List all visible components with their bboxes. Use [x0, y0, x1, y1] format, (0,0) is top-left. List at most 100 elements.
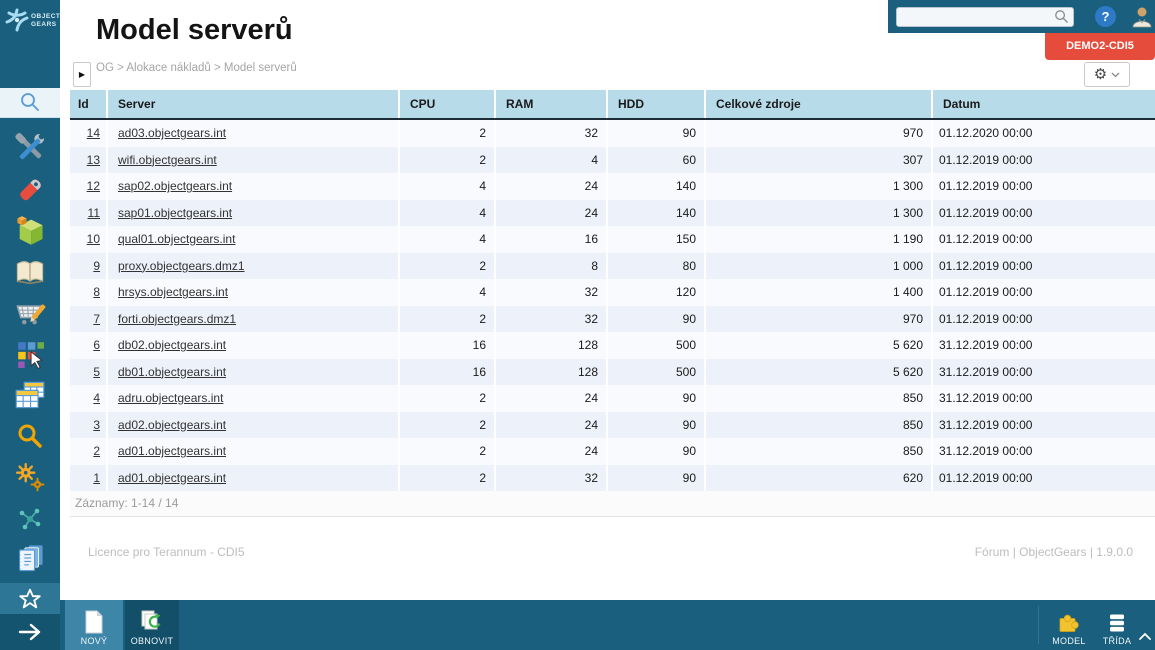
refresh-button[interactable]: OBNOVIT — [125, 600, 179, 650]
column-header-datum[interactable]: Datum — [933, 90, 1155, 118]
column-header-ram[interactable]: RAM — [496, 90, 608, 118]
sidebar-item-documentation[interactable] — [0, 254, 60, 290]
objectgears-app: OBJECT GEARS ? DEMO2-CDI5 Model serverů … — [0, 0, 1155, 650]
cell-ram: 24 — [496, 438, 608, 465]
record-id-link[interactable]: 7 — [93, 312, 100, 326]
global-search-input[interactable] — [896, 7, 1074, 27]
cell-server: adru.objectgears.int — [108, 385, 400, 412]
column-header-id[interactable]: Id — [70, 90, 108, 118]
sidebar-item-favorites[interactable] — [0, 583, 60, 614]
breadcrumb[interactable]: OG > Alokace nákladů > Model serverů — [96, 62, 297, 74]
record-id-link[interactable]: 13 — [87, 153, 100, 167]
cell-id: 12 — [70, 173, 108, 200]
server-name-link[interactable]: db01.objectgears.int — [118, 365, 226, 379]
record-id-link[interactable]: 12 — [87, 179, 100, 193]
cell-cpu: 4 — [400, 173, 496, 200]
sidebar-item-classes[interactable] — [0, 377, 60, 413]
cell-cpu: 2 — [400, 464, 496, 491]
sidebar-item-search[interactable] — [0, 88, 60, 118]
cell-id: 5 — [70, 358, 108, 385]
record-id-link[interactable]: 2 — [93, 444, 100, 458]
sidebar-item-apps[interactable] — [0, 336, 60, 372]
sidebar-item-integration[interactable] — [0, 500, 60, 536]
cell-ram: 32 — [496, 305, 608, 332]
panel-expand-button[interactable]: ▶ — [73, 62, 91, 87]
sidebar-item-tools[interactable] — [0, 130, 60, 166]
new-record-button[interactable]: NOVÝ — [65, 600, 123, 650]
column-header-cpu[interactable]: CPU — [400, 90, 496, 118]
server-name-link[interactable]: ad01.objectgears.int — [118, 444, 226, 458]
record-id-link[interactable]: 4 — [93, 391, 100, 405]
cell-id: 1 — [70, 464, 108, 491]
server-name-link[interactable]: ad02.objectgears.int — [118, 418, 226, 432]
cell-cpu: 2 — [400, 385, 496, 412]
refresh-button-label: OBNOVIT — [130, 636, 174, 646]
table-row: 10 qual01.objectgears.int 4 16 150 1 190 01.12… — [70, 226, 1155, 253]
sidebar-item-expand[interactable] — [0, 614, 60, 650]
record-id-link[interactable]: 3 — [93, 418, 100, 432]
objectgears-logo-icon — [5, 8, 29, 32]
app-logo[interactable]: OBJECT GEARS — [0, 0, 60, 60]
cell-server: ad01.objectgears.int — [108, 438, 400, 465]
sidebar-item-tags[interactable] — [0, 172, 60, 208]
server-name-link[interactable]: sap02.objectgears.int — [118, 179, 232, 193]
environment-badge[interactable]: DEMO2-CDI5 — [1045, 33, 1155, 60]
column-header-hdd[interactable]: HDD — [608, 90, 706, 118]
sidebar-item-orders[interactable] — [0, 295, 60, 331]
record-id-link[interactable]: 10 — [87, 232, 100, 246]
class-menu-button[interactable]: TŘÍDA — [1095, 600, 1139, 650]
class-button-label: TŘÍDA — [1102, 636, 1132, 646]
record-id-link[interactable]: 14 — [87, 126, 100, 140]
server-name-link[interactable]: ad01.objectgears.int — [118, 471, 226, 485]
help-icon[interactable]: ? — [1095, 6, 1116, 27]
server-name-link[interactable]: hrsys.objectgears.int — [118, 285, 228, 299]
table-row: 8 hrsys.objectgears.int 4 32 120 1 400 01.12.2… — [70, 279, 1155, 306]
sidebar-item-journals[interactable] — [0, 540, 60, 576]
collapse-toolbar-chevron-icon[interactable] — [1138, 632, 1152, 641]
cell-cpu: 2 — [400, 252, 496, 279]
cell-hdd: 80 — [608, 252, 706, 279]
table-settings-button[interactable]: ⚙ — [1084, 62, 1130, 87]
server-name-link[interactable]: sap01.objectgears.int — [118, 206, 232, 220]
cell-hdd: 90 — [608, 464, 706, 491]
cell-hdd: 140 — [608, 173, 706, 200]
cell-ram: 24 — [496, 173, 608, 200]
server-name-link[interactable]: adru.objectgears.int — [118, 391, 223, 405]
cell-server: ad02.objectgears.int — [108, 411, 400, 438]
server-name-link[interactable]: ad03.objectgears.int — [118, 126, 226, 140]
gear-icon: ⚙ — [1093, 66, 1108, 83]
cell-datum: 31.12.2019 00:00 — [939, 391, 1033, 405]
table-row: 2 ad01.objectgears.int 2 24 90 850 31.12.2019 … — [70, 438, 1155, 465]
footer-links[interactable]: Fórum | ObjectGears | 1.9.0.0 — [975, 545, 1133, 559]
column-header-server[interactable]: Server — [108, 90, 400, 118]
sidebar-item-fulltext[interactable] — [0, 418, 60, 454]
table-row: 3 ad02.objectgears.int 2 24 90 850 31.12.2019 … — [70, 411, 1155, 438]
user-icon[interactable] — [1131, 5, 1153, 28]
sidebar-item-models[interactable] — [0, 213, 60, 249]
record-id-link[interactable]: 1 — [93, 471, 100, 485]
cell-hdd: 60 — [608, 146, 706, 173]
record-id-link[interactable]: 5 — [93, 365, 100, 379]
server-name-link[interactable]: wifi.objectgears.int — [118, 153, 217, 167]
cell-zdroje: 970 — [706, 305, 933, 332]
sidebar-item-settings[interactable] — [0, 459, 60, 495]
server-name-link[interactable]: db02.objectgears.int — [118, 338, 226, 352]
column-header-celkov-zdroje[interactable]: Celkové zdroje — [706, 90, 933, 118]
tools-icon — [15, 133, 45, 160]
cell-ram: 128 — [496, 358, 608, 385]
model-menu-button[interactable]: MODEL — [1045, 600, 1093, 650]
cell-id: 9 — [70, 252, 108, 279]
server-name-link[interactable]: qual01.objectgears.int — [118, 232, 235, 246]
table-row: 4 adru.objectgears.int 2 24 90 850 31.12.2019 … — [70, 385, 1155, 412]
cell-hdd: 90 — [608, 305, 706, 332]
record-id-link[interactable]: 8 — [93, 285, 100, 299]
cell-zdroje: 850 — [706, 411, 933, 438]
server-name-link[interactable]: forti.objectgears.dmz1 — [118, 312, 236, 326]
table-body: 14 ad03.objectgears.int 2 32 90 970 01.12.2020… — [70, 120, 1155, 491]
record-id-link[interactable]: 6 — [93, 338, 100, 352]
record-id-link[interactable]: 9 — [93, 259, 100, 273]
cell-server: ad03.objectgears.int — [108, 120, 400, 147]
server-name-link[interactable]: proxy.objectgears.dmz1 — [118, 259, 245, 273]
cell-datum: 31.12.2019 00:00 — [939, 417, 1033, 432]
record-id-link[interactable]: 11 — [88, 206, 100, 220]
